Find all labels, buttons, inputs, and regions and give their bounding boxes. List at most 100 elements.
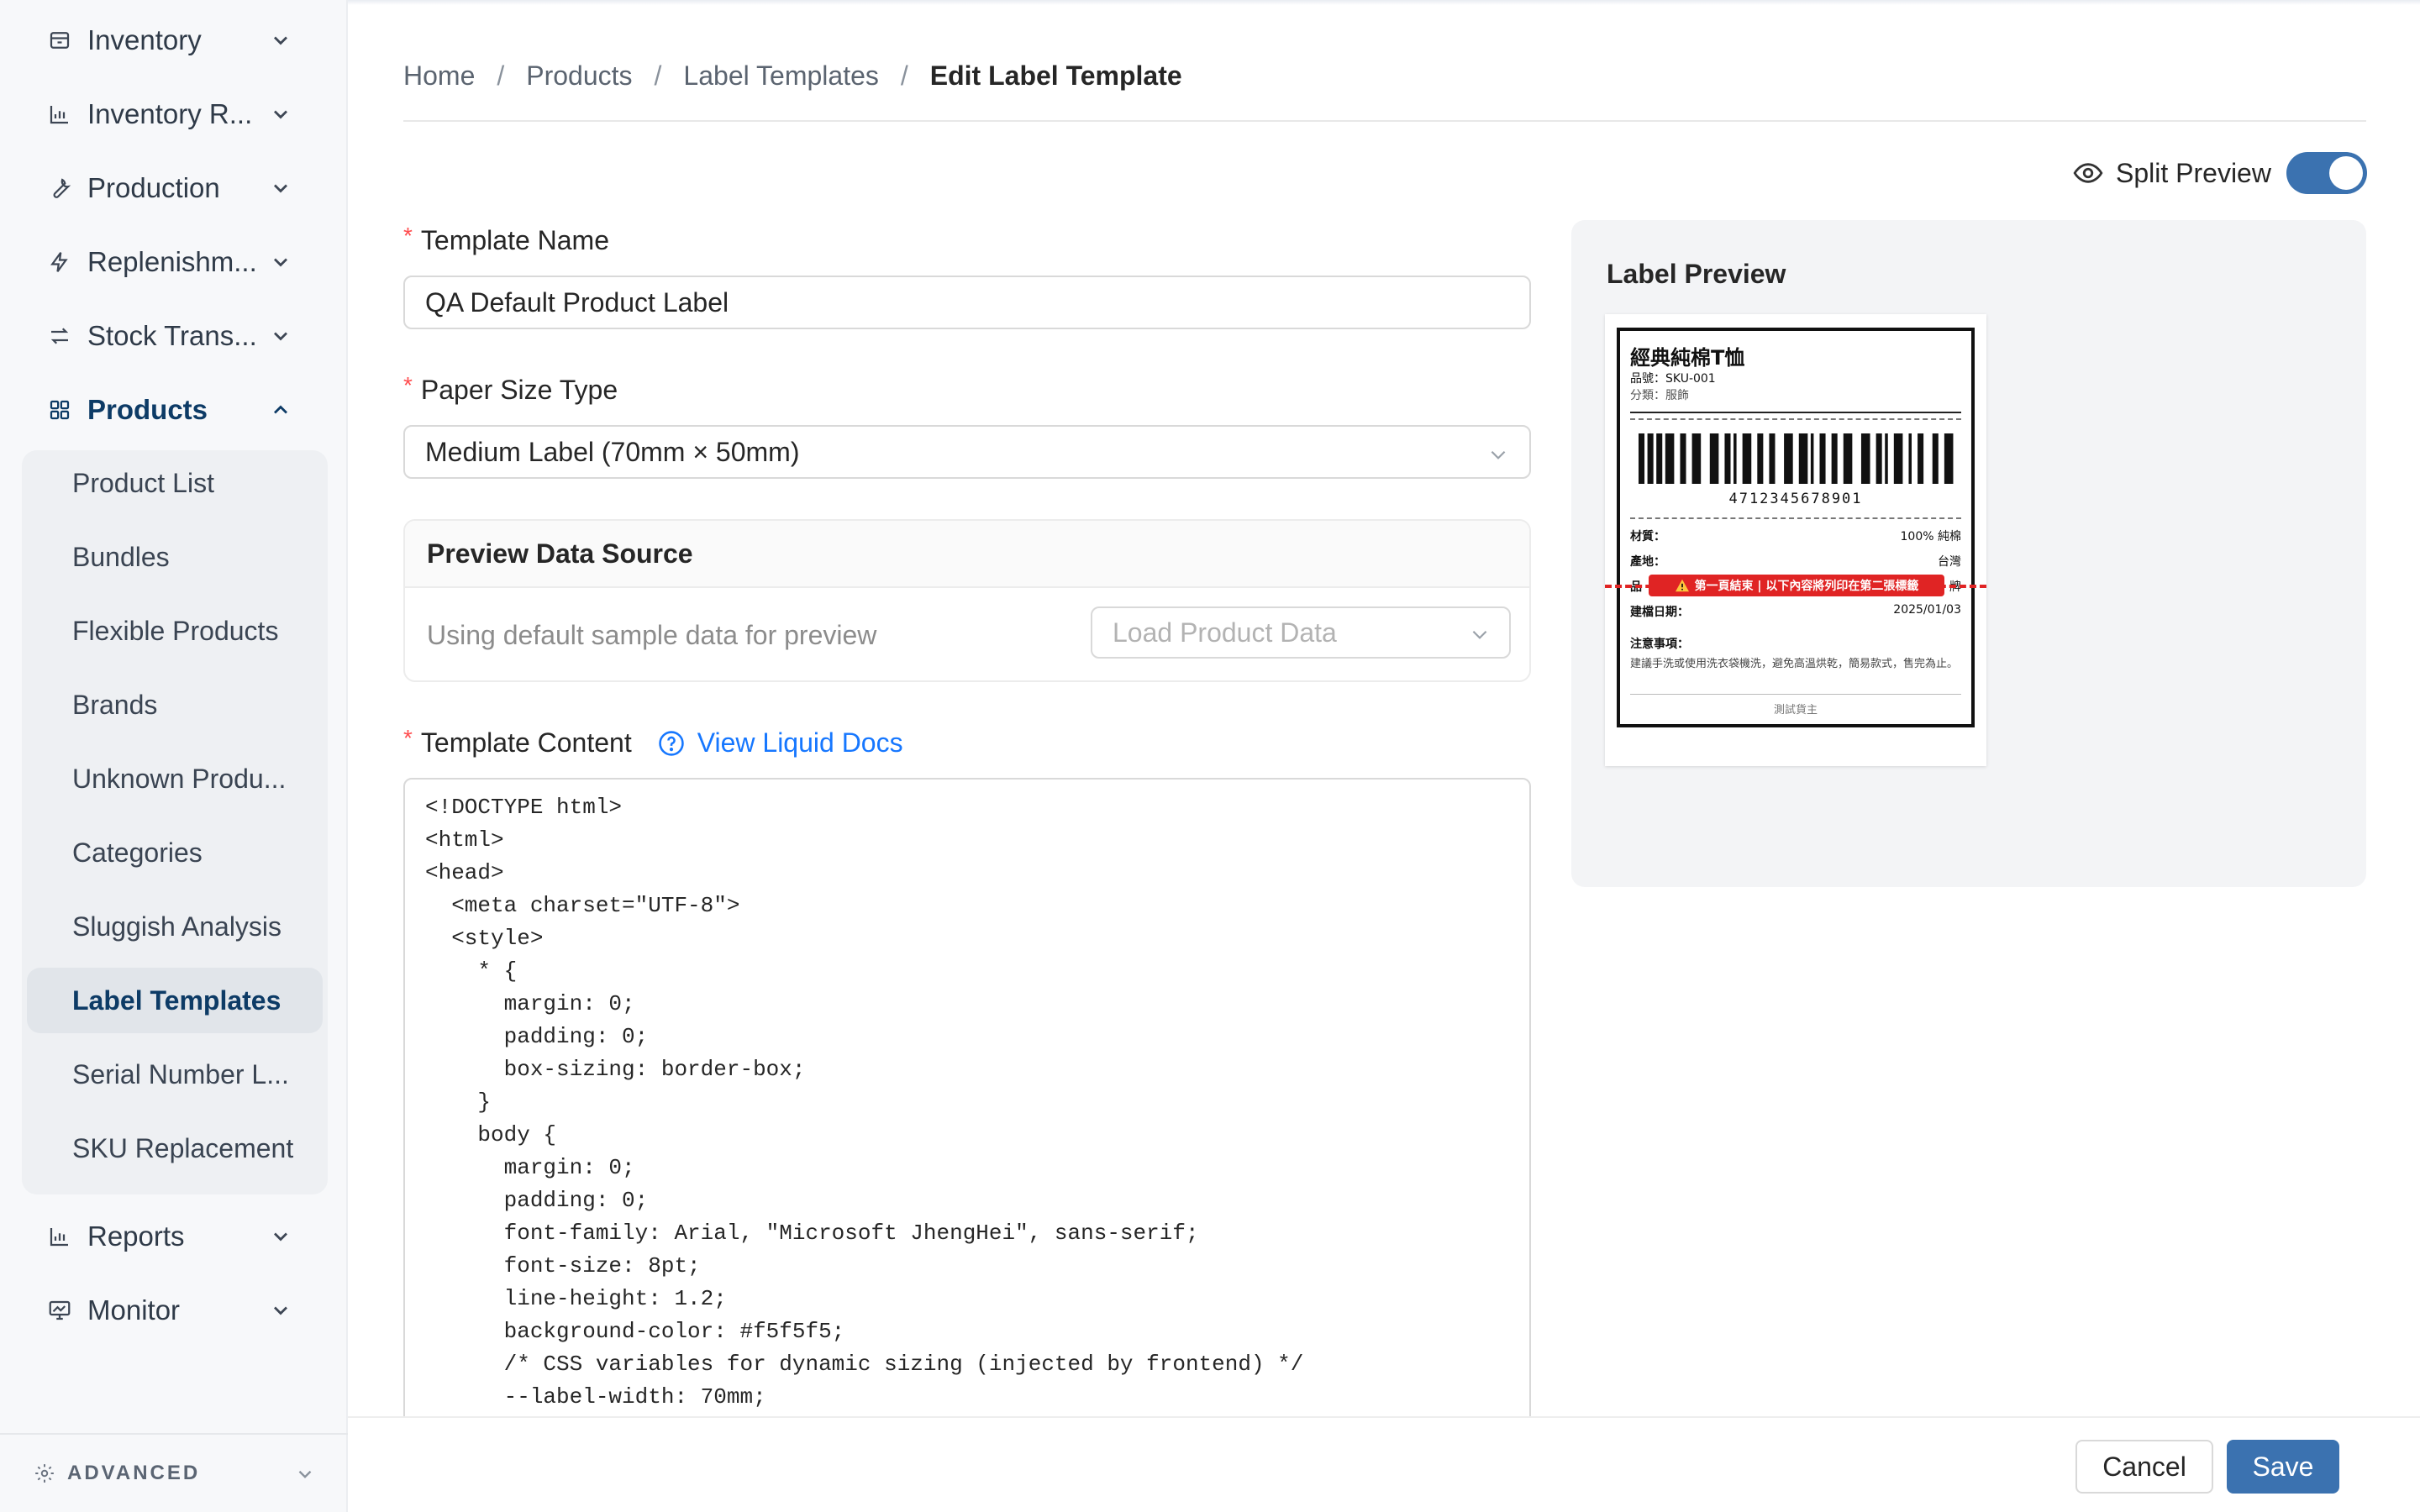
nav-group-production[interactable]: Production	[0, 158, 348, 218]
chevron-up-icon	[274, 405, 287, 414]
products-submenu: Product List Bundles Flexible Products B…	[22, 450, 328, 1194]
nav-group-label: Replenishm...	[87, 246, 257, 277]
view-liquid-docs-text: View Liquid Docs	[697, 727, 903, 758]
label-notes-title: 注意事項：	[1630, 638, 1689, 651]
page-break-text: 第一頁結束 | 以下內容將列印在第二張標籤	[1694, 580, 1919, 593]
label-row-key: 建檔日期：	[1630, 606, 1689, 619]
header-divider	[403, 120, 2366, 122]
action-footer: Cancel Save	[348, 1416, 2420, 1512]
sidebar-item-flexible-products[interactable]: Flexible Products	[27, 598, 323, 664]
paper-size-label-text: Paper Size Type	[420, 375, 618, 405]
required-asterisk: *	[403, 371, 413, 398]
nav-group-inventory[interactable]: Inventory	[0, 10, 348, 71]
template-code-editor[interactable]: <!DOCTYPE html> <html> <head> <meta char…	[403, 778, 1531, 1512]
chevron-down-icon	[274, 184, 287, 193]
preview-data-source-title: Preview Data Source	[405, 521, 1529, 588]
label-footer: 測試貨主	[1773, 704, 1818, 717]
breadcrumb-separator: /	[497, 60, 505, 91]
nav-group-label: Inventory R...	[87, 98, 253, 129]
page-break-badge: 第一頁結束 | 以下內容將列印在第二張標籤	[1649, 575, 1944, 596]
sidebar-item-label-templates[interactable]: Label Templates	[27, 968, 323, 1033]
breadcrumb-separator: /	[900, 60, 908, 91]
question-circle-icon	[658, 730, 684, 756]
label-sku: 品號：SKU-001	[1630, 372, 1716, 386]
label-notes-text: 建議手洗或使用洗衣袋機洗，避免高溫烘乾，簡易款式，售完為止。	[1630, 658, 1959, 670]
gear-icon	[35, 1464, 54, 1483]
nav-group-label: Monitor	[87, 1294, 181, 1326]
chevron-down-icon	[298, 1470, 312, 1478]
label-barcode-number: 4712345678901	[1728, 491, 1863, 507]
nav-group-stock-transfer[interactable]: Stock Trans...	[0, 306, 348, 366]
label-preview-panel: Label Preview 經典純棉T恤 品號：SKU-001 分類：服飾 47…	[1571, 220, 2366, 887]
sidebar-item-bundles[interactable]: Bundles	[27, 524, 323, 590]
label-row-key: 產地：	[1630, 555, 1665, 569]
breadcrumb-home[interactable]: Home	[403, 60, 475, 92]
load-product-data-placeholder: Load Product Data	[1113, 617, 1337, 648]
chevron-down-icon	[274, 332, 287, 341]
bolt-icon	[50, 252, 68, 272]
sidebar-item-brands[interactable]: Brands	[27, 672, 323, 738]
sidebar-item-categories[interactable]: Categories	[27, 820, 323, 885]
eye-icon	[2073, 163, 2103, 183]
template-content-label-text: Template Content	[420, 727, 632, 758]
load-product-data-select[interactable]: Load Product Data	[1091, 606, 1511, 659]
nav-group-label: Reports	[87, 1221, 185, 1252]
chevron-down-icon	[274, 1232, 287, 1242]
label-divider-dashed	[1630, 517, 1961, 519]
toggle-knob	[2328, 156, 2363, 190]
chevron-down-icon	[1491, 450, 1506, 459]
template-code-text: <!DOCTYPE html> <html> <head> <meta char…	[425, 795, 1304, 1410]
sidebar-item-unknown-products[interactable]: Unknown Produ...	[27, 746, 323, 811]
nav-group-monitor[interactable]: Monitor	[0, 1280, 348, 1341]
nav-group-replenishment[interactable]: Replenishm...	[0, 232, 348, 292]
split-preview-control: Split Preview	[2072, 151, 2367, 195]
warning-icon	[1675, 579, 1689, 592]
sidebar-item-product-list[interactable]: Product List	[27, 450, 323, 516]
cancel-button[interactable]: Cancel	[2075, 1440, 2213, 1494]
bar-chart-icon	[50, 1228, 68, 1247]
paper-size-value: Medium Label (70mm × 50mm)	[425, 436, 800, 467]
paper-size-select[interactable]: Medium Label (70mm × 50mm)	[403, 425, 1531, 479]
chevron-down-icon	[1472, 630, 1487, 639]
chevron-down-icon	[274, 110, 287, 119]
label-preview-paper: 經典純棉T恤 品號：SKU-001 分類：服飾 4712345678901 材質…	[1605, 314, 1986, 766]
required-asterisk: *	[403, 724, 413, 751]
nav-group-reports[interactable]: Reports	[0, 1206, 348, 1267]
nav-group-inventory-reports[interactable]: Inventory R...	[0, 84, 348, 144]
split-preview-label: Split Preview	[2116, 157, 2271, 188]
required-asterisk: *	[403, 222, 413, 249]
label-row-value: 台灣	[1938, 555, 1961, 569]
advanced-section-toggle[interactable]: ADVANCED	[0, 1433, 348, 1512]
view-liquid-docs-link[interactable]: View Liquid Docs	[657, 727, 903, 759]
box-icon	[50, 32, 70, 49]
breadcrumb-label-templates[interactable]: Label Templates	[683, 60, 878, 92]
label-row-value: 2025/01/03	[1893, 603, 1961, 617]
template-name-label-text: Template Name	[420, 225, 609, 255]
advanced-label: ADVANCED	[67, 1462, 201, 1484]
sidebar-item-sluggish-analysis[interactable]: Sluggish Analysis	[27, 894, 323, 959]
split-preview-toggle[interactable]	[2286, 152, 2367, 194]
breadcrumb: Home / Products / Label Templates / Edit…	[403, 57, 1182, 94]
monitor-icon	[49, 1300, 71, 1320]
nav-group-label: Production	[87, 172, 220, 203]
nav-group-products[interactable]: Products	[0, 380, 348, 440]
label-preview-label: 經典純棉T恤 品號：SKU-001 分類：服飾 4712345678901 材質…	[1617, 328, 1975, 727]
barcode-image	[1639, 433, 1954, 484]
top-shadow	[348, 0, 2420, 5]
label-divider	[1630, 694, 1961, 695]
breadcrumb-products[interactable]: Products	[526, 60, 632, 92]
grid-icon	[50, 400, 70, 420]
preview-data-source-note: Using default sample data for preview	[427, 620, 877, 650]
bar-chart-icon	[50, 106, 68, 124]
breadcrumb-separator: /	[654, 60, 662, 91]
label-category: 分類：服飾	[1630, 389, 1689, 402]
label-preview-title: Label Preview	[1607, 259, 1786, 289]
chevron-down-icon	[274, 258, 287, 267]
sidebar-item-serial-number[interactable]: Serial Number L...	[27, 1042, 323, 1107]
template-name-input[interactable]: QA Default Product Label	[403, 276, 1531, 329]
sidebar-item-sku-replacement[interactable]: SKU Replacement	[27, 1116, 323, 1181]
sidebar: Inventory Inventory R... Production Repl…	[0, 0, 348, 1512]
label-row-key: 材質：	[1630, 530, 1665, 543]
nav-group-label: Stock Trans...	[87, 320, 257, 351]
save-button[interactable]: Save	[2227, 1440, 2339, 1494]
